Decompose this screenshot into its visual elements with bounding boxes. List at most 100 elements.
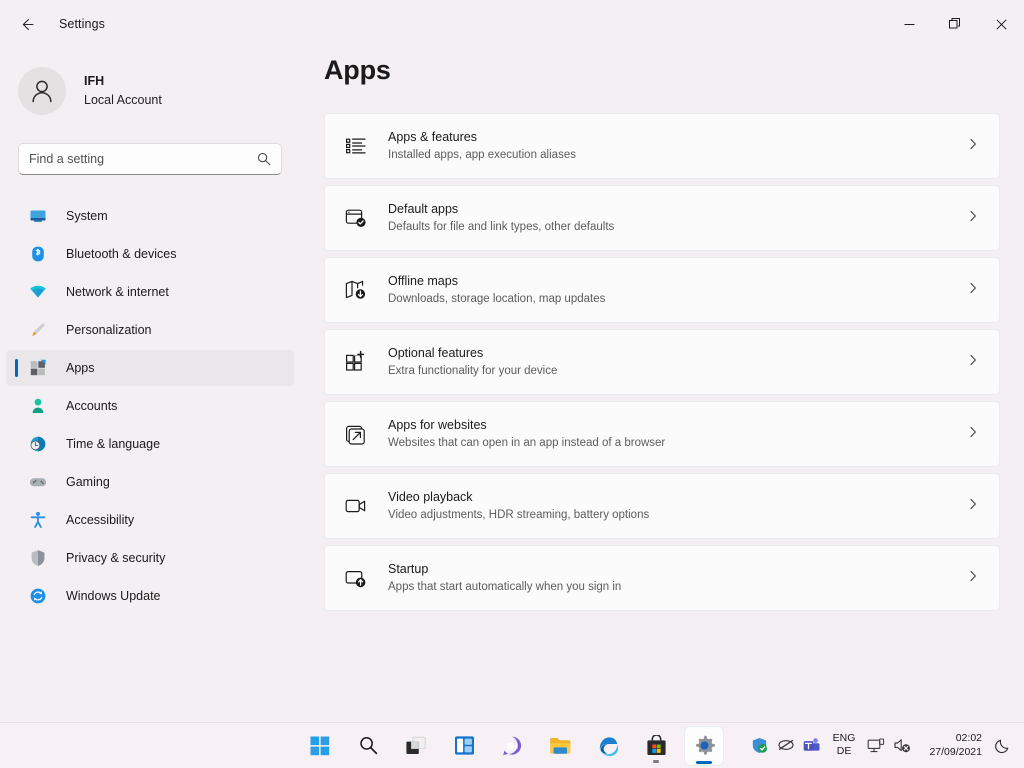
system-tray: ENG DE 02:02 27/09/2021 <box>747 722 1016 768</box>
card-apps-for-websites[interactable]: Apps for websites Websites that can open… <box>324 401 1000 467</box>
clock-time: 02:02 <box>955 731 982 744</box>
search-input[interactable] <box>29 152 257 166</box>
settings-card-list: Apps & features Installed apps, app exec… <box>324 113 1000 617</box>
card-text: Startup Apps that start automatically wh… <box>388 561 621 595</box>
network-icon <box>28 282 48 302</box>
card-apps-features[interactable]: Apps & features Installed apps, app exec… <box>324 113 1000 179</box>
clock[interactable]: 02:02 27/09/2021 <box>921 726 990 764</box>
widgets-button[interactable] <box>445 727 483 765</box>
card-optional-features[interactable]: Optional features Extra functionality fo… <box>324 329 1000 395</box>
language-indicator[interactable]: ENG DE <box>825 726 864 764</box>
card-offline-maps[interactable]: Offline maps Downloads, storage location… <box>324 257 1000 323</box>
sidebar-item-gaming[interactable]: Gaming <box>6 464 294 500</box>
card-default-apps[interactable]: Default apps Defaults for file and link … <box>324 185 1000 251</box>
notifications-icon[interactable] <box>990 726 1016 764</box>
windows-security-icon[interactable] <box>747 726 773 764</box>
title-bar: Settings <box>0 0 1024 48</box>
taskbar: ENG DE 02:02 27/09/2021 <box>0 722 1024 768</box>
chat-icon <box>503 736 522 755</box>
chevron-right-icon <box>967 425 979 443</box>
windows-update-icon <box>28 586 48 606</box>
sidebar-item-accounts[interactable]: Accounts <box>6 388 294 424</box>
card-startup[interactable]: Startup Apps that start automatically wh… <box>324 545 1000 611</box>
card-video-playback[interactable]: Video playback Video adjustments, HDR st… <box>324 473 1000 539</box>
sidebar-item-system[interactable]: System <box>6 198 294 234</box>
accounts-icon <box>28 396 48 416</box>
language-primary: ENG <box>832 731 856 744</box>
chevron-right-icon <box>967 137 979 155</box>
account-summary[interactable]: IFH Local Account <box>18 59 300 123</box>
sidebar-item-accessibility[interactable]: Accessibility <box>6 502 294 538</box>
start-button[interactable] <box>301 727 339 765</box>
card-subtitle: Installed apps, app execution aliases <box>388 149 576 162</box>
accessibility-icon <box>28 510 48 530</box>
search-icon <box>258 153 271 166</box>
privacy-security-icon <box>28 548 48 568</box>
card-subtitle: Apps that start automatically when you s… <box>388 581 622 594</box>
language-secondary: DE <box>836 745 852 757</box>
sidebar-item-label: Accessibility <box>66 513 135 527</box>
microsoft-store-button[interactable] <box>637 727 675 765</box>
card-text: Apps & features Installed apps, app exec… <box>388 129 576 163</box>
offline-maps-icon <box>343 277 369 303</box>
edge-button[interactable] <box>589 727 627 765</box>
sidebar-item-windows-update[interactable]: Windows Update <box>6 578 294 614</box>
card-text: Video playback Video adjustments, HDR st… <box>388 489 649 523</box>
file-explorer-button[interactable] <box>541 727 579 765</box>
account-name: IFH <box>84 73 105 88</box>
sidebar-item-label: Gaming <box>66 475 110 489</box>
account-text: IFH Local Account <box>84 74 162 108</box>
sidebar-item-privacy-security[interactable]: Privacy & security <box>6 540 294 576</box>
default-apps-icon <box>343 205 369 231</box>
folder-icon <box>549 737 570 754</box>
network-icon[interactable] <box>863 726 889 764</box>
user-icon <box>32 80 52 103</box>
time-language-icon <box>28 434 48 454</box>
hidden-icons-icon[interactable] <box>773 726 799 764</box>
back-arrow-icon <box>22 18 34 30</box>
close-button[interactable] <box>978 0 1024 48</box>
sidebar-item-network-internet[interactable]: Network & internet <box>6 274 294 310</box>
sidebar-item-label: Privacy & security <box>66 551 166 565</box>
gear-icon <box>695 735 715 755</box>
system-icon <box>28 206 48 226</box>
sidebar-item-personalization[interactable]: Personalization <box>6 312 294 348</box>
search-box[interactable] <box>18 143 282 175</box>
clock-date: 27/09/2021 <box>929 746 982 758</box>
card-title: Offline maps <box>388 273 458 288</box>
chevron-right-icon <box>967 281 979 299</box>
chat-button[interactable] <box>493 727 531 765</box>
chevron-right-icon <box>967 353 979 371</box>
sidebar: IFH Local Account System <box>0 48 300 722</box>
card-text: Optional features Extra functionality fo… <box>388 345 557 379</box>
window-controls <box>886 0 1024 48</box>
microsoft-teams-icon[interactable] <box>799 726 825 764</box>
settings-button[interactable] <box>685 726 723 765</box>
search-button[interactable] <box>349 727 387 765</box>
card-subtitle: Video adjustments, HDR streaming, batter… <box>388 509 650 522</box>
task-view-button[interactable] <box>397 727 435 765</box>
settings-window: Settings IFH Local Account Find a settin… <box>0 0 1024 768</box>
restore-icon <box>949 18 960 29</box>
sidebar-item-label: Network & internet <box>66 285 169 299</box>
windows-start-icon <box>310 736 330 755</box>
window-title: Settings <box>59 17 105 31</box>
sidebar-item-bluetooth-devices[interactable]: Bluetooth & devices <box>6 236 294 272</box>
account-type: Local Account <box>84 92 162 107</box>
maximize-button[interactable] <box>932 0 978 48</box>
sidebar-item-label: Accounts <box>66 399 118 413</box>
card-title: Startup <box>388 561 429 576</box>
volume-muted-icon[interactable] <box>889 726 915 764</box>
optional-features-icon <box>343 349 369 375</box>
sidebar-item-time-language[interactable]: Time & language <box>6 426 294 462</box>
back-button[interactable] <box>10 7 44 41</box>
sidebar-item-apps[interactable]: Apps <box>6 350 294 386</box>
card-title: Video playback <box>388 489 473 504</box>
card-title: Apps & features <box>388 129 477 144</box>
page-title: Apps <box>324 55 391 85</box>
sidebar-item-label: Bluetooth & devices <box>66 247 177 261</box>
chevron-right-icon <box>967 569 979 587</box>
minimize-button[interactable] <box>886 0 932 48</box>
video-playback-icon <box>343 493 369 519</box>
card-subtitle: Extra functionality for your device <box>388 365 558 378</box>
